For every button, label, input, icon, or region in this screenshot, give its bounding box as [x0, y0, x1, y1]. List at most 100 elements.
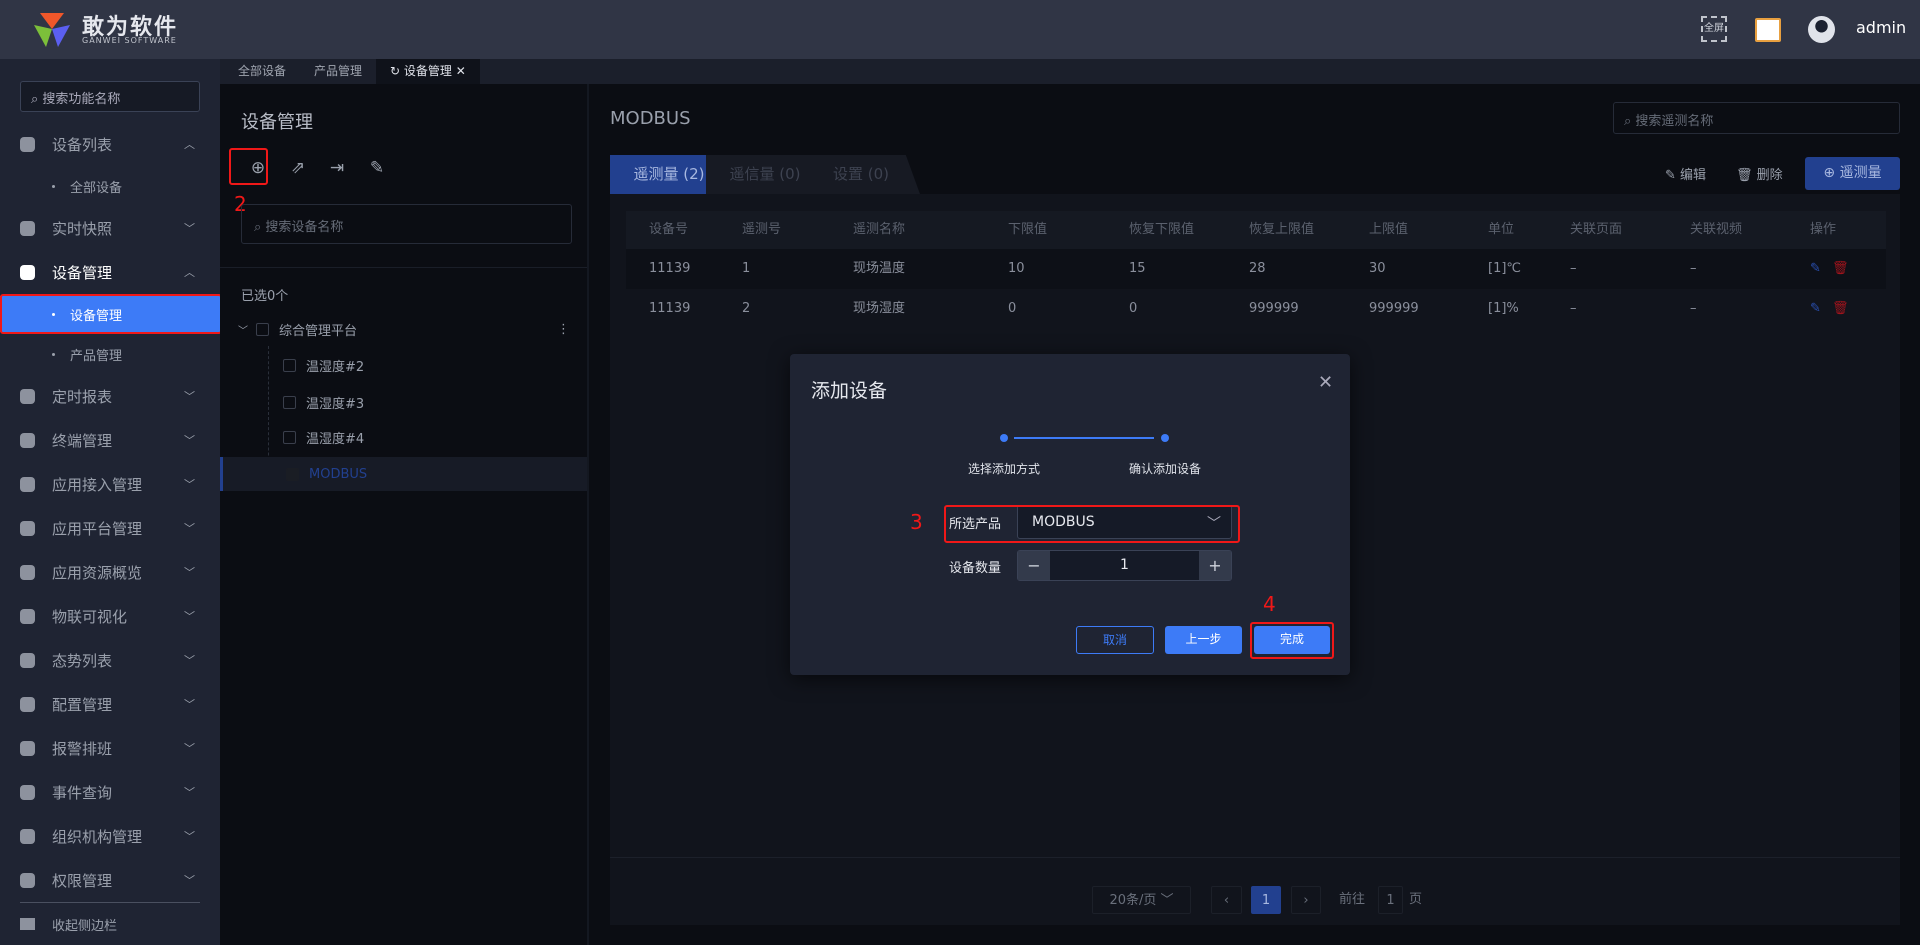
- delete-row-icon[interactable]: 🗑: [1832, 289, 1849, 329]
- sidebar-item-product-management[interactable]: 产品管理: [0, 334, 220, 374]
- sidebar-item-device-management[interactable]: 设备管理 ︿: [0, 252, 220, 292]
- menu-icon: [20, 828, 35, 844]
- column-header: 恢复上限值: [1249, 222, 1315, 237]
- export-icon[interactable]: ⇗: [288, 158, 308, 178]
- avatar[interactable]: [1808, 16, 1835, 43]
- more-vertical-icon[interactable]: ⋮: [557, 322, 570, 337]
- menu-label: 实时快照: [52, 219, 113, 238]
- page-1-button[interactable]: 1: [1251, 886, 1281, 914]
- close-icon[interactable]: ✕: [452, 64, 466, 78]
- chevron-down-icon: ﹀: [184, 830, 195, 843]
- sidebar-item-alarm-schedule[interactable]: 报警排班 ﹀: [0, 728, 220, 768]
- sidebar-item-situation-list[interactable]: 态势列表 ﹀: [0, 640, 220, 680]
- quantity-value[interactable]: 1: [1050, 551, 1199, 580]
- tab-all-devices[interactable]: 全部设备: [224, 59, 300, 84]
- sidebar-item-app-resource[interactable]: 应用资源概览 ﹀: [0, 552, 220, 592]
- chevron-down-icon: ﹀: [184, 654, 195, 667]
- sidebar-item-config[interactable]: 配置管理 ﹀: [0, 684, 220, 724]
- menu-label: 全部设备: [70, 180, 123, 196]
- device-search-input[interactable]: ⌕ 搜索设备名称: [241, 204, 572, 244]
- sidebar-item-all-devices[interactable]: 全部设备: [0, 166, 220, 206]
- menu-label: 权限管理: [52, 871, 113, 890]
- chevron-down-icon: ﹀: [1160, 893, 1174, 908]
- tab-settings[interactable]: 设置 (0): [802, 155, 920, 194]
- previous-step-button[interactable]: 上一步: [1165, 626, 1242, 654]
- divider: [220, 267, 587, 268]
- tree-node[interactable]: 温湿度#3: [220, 385, 587, 419]
- tree-node[interactable]: 温湿度#4: [220, 420, 587, 454]
- monitor-icon: [20, 136, 35, 152]
- tab-product-management[interactable]: 产品管理: [300, 59, 376, 84]
- page-size-select[interactable]: 20条/页 ﹀: [1092, 886, 1191, 914]
- menu-label: 态势列表: [52, 651, 113, 670]
- table-header: 设备号 遥测号 遥测名称 下限值 恢复下限值 恢复上限值 上限值 单位 关联页面 关联视频 操作: [626, 211, 1886, 249]
- checkbox[interactable]: [256, 322, 269, 336]
- table-cell: –: [1570, 301, 1577, 316]
- quantity-stepper[interactable]: −1 +: [1017, 550, 1232, 581]
- chevron-down-icon: ﹀: [184, 610, 195, 623]
- node-label: 综合管理平台: [279, 323, 358, 339]
- checkbox[interactable]: [283, 395, 296, 409]
- cancel-button[interactable]: 取消: [1076, 626, 1154, 654]
- menu-label: 应用接入管理: [52, 475, 143, 494]
- table-cell: 28: [1249, 261, 1266, 276]
- sidebar-item-permission[interactable]: 权限管理 ﹀: [0, 860, 220, 900]
- column-header: 遥测名称: [853, 222, 906, 237]
- next-page-button[interactable]: ›: [1291, 886, 1321, 914]
- username[interactable]: admin: [1856, 18, 1906, 37]
- checkbox[interactable]: [283, 430, 296, 444]
- tree-node[interactable]: 温湿度#2: [220, 348, 587, 382]
- page-tabs: 全部设备 产品管理 ↻ 设备管理 ✕: [220, 59, 1920, 84]
- sidebar-item-app-access[interactable]: 应用接入管理 ﹀: [0, 464, 220, 504]
- tab-device-management[interactable]: ↻ 设备管理 ✕: [376, 59, 480, 84]
- table-cell: [1]℃: [1488, 261, 1522, 276]
- edit-row-icon[interactable]: ✎: [1810, 249, 1821, 289]
- increment-button[interactable]: +: [1199, 551, 1231, 580]
- prev-page-button[interactable]: ‹: [1211, 886, 1242, 914]
- collapse-icon: [20, 918, 35, 930]
- chevron-down-icon: ﹀: [184, 786, 195, 799]
- sidebar-item-device-list[interactable]: 设备列表 ︿: [0, 124, 220, 164]
- edit-row-icon[interactable]: ✎: [1810, 289, 1821, 329]
- node-label: MODBUS: [309, 466, 368, 482]
- chevron-down-icon: ﹀: [184, 522, 195, 535]
- delete-row-icon[interactable]: 🗑: [1832, 249, 1849, 289]
- menu-icon: [20, 784, 35, 800]
- annotation-box-2: [229, 148, 268, 185]
- sidebar-item-organization[interactable]: 组织机构管理 ﹀: [0, 816, 220, 856]
- panel-title: 设备管理: [241, 112, 313, 133]
- annotation-box-1: [0, 294, 222, 334]
- checkbox[interactable]: [286, 467, 299, 481]
- sidebar-item-timed-report[interactable]: 定时报表 ﹀: [0, 376, 220, 416]
- column-header: 操作: [1810, 222, 1837, 237]
- checkbox[interactable]: [283, 358, 296, 372]
- button-label: 删除: [1756, 168, 1783, 183]
- function-search-input[interactable]: ⌕ 搜索功能名称: [20, 81, 200, 112]
- sidebar-item-app-platform[interactable]: 应用平台管理 ﹀: [0, 508, 220, 548]
- screen-mode-icon[interactable]: [1755, 18, 1781, 42]
- decrement-button[interactable]: −: [1018, 551, 1050, 580]
- import-folder-icon[interactable]: ⇥: [327, 158, 347, 178]
- tree-node-root[interactable]: ﹀ 综合管理平台 ⋮: [220, 312, 587, 346]
- goto-page-input[interactable]: 1: [1378, 886, 1403, 914]
- sidebar-item-iot-visualization[interactable]: 物联可视化 ﹀: [0, 596, 220, 636]
- close-icon[interactable]: ✕: [1318, 372, 1333, 393]
- bullet-icon: [52, 352, 55, 356]
- table-cell: 11139: [649, 261, 691, 276]
- step-dot-1: [1000, 434, 1008, 442]
- add-telemetry-button[interactable]: ⊕ 遥测量: [1805, 157, 1900, 190]
- sidebar-item-terminal[interactable]: 终端管理 ﹀: [0, 420, 220, 460]
- tree-node-selected[interactable]: MODBUS: [220, 457, 587, 491]
- chevron-down-icon[interactable]: ﹀: [238, 322, 248, 337]
- refresh-icon[interactable]: ↻: [390, 64, 404, 78]
- telemetry-search-input[interactable]: ⌕ 搜索遥测名称: [1613, 102, 1900, 134]
- fullscreen-button[interactable]: 全屏: [1701, 16, 1727, 42]
- collapse-sidebar-button[interactable]: 收起侧边栏: [0, 904, 220, 944]
- edit-icon[interactable]: ✎: [367, 158, 387, 178]
- delete-button[interactable]: 🗑 删除: [1736, 164, 1783, 183]
- column-header: 恢复下限值: [1129, 222, 1195, 237]
- table-cell: 10: [1008, 261, 1025, 276]
- sidebar-item-snapshot[interactable]: 实时快照 ﹀: [0, 208, 220, 248]
- edit-button[interactable]: ✎ 编辑: [1665, 164, 1706, 183]
- sidebar-item-event-query[interactable]: 事件查询 ﹀: [0, 772, 220, 812]
